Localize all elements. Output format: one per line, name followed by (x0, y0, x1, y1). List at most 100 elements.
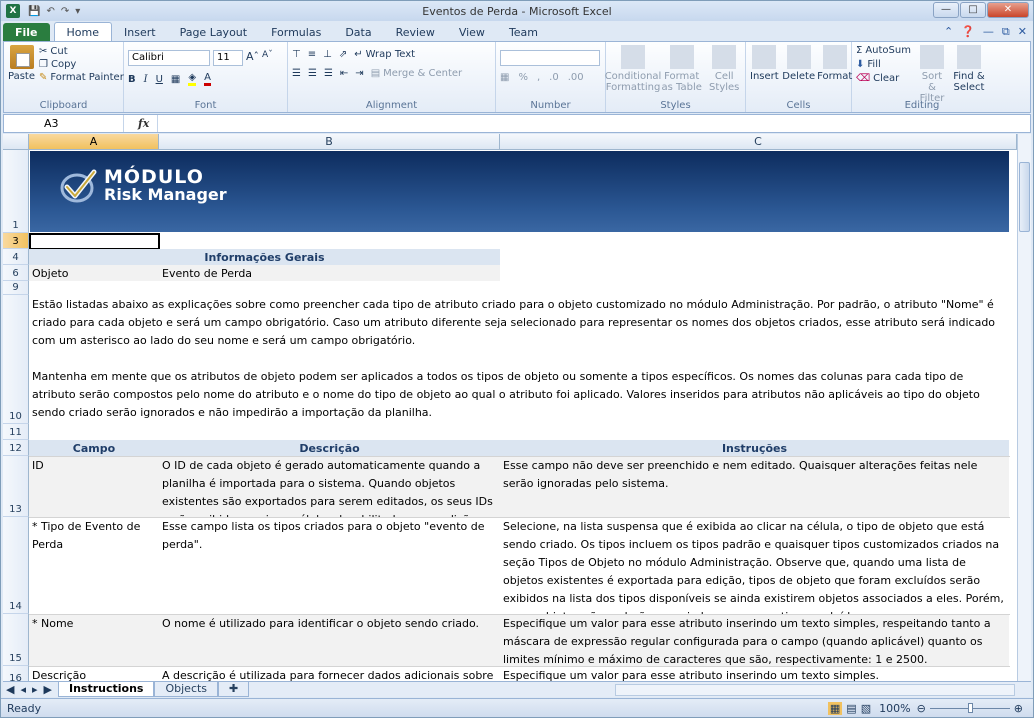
help-icon[interactable]: ❓ (961, 25, 975, 39)
tab-page-layout[interactable]: Page Layout (168, 23, 260, 42)
row-header-11[interactable]: 11 (3, 424, 29, 440)
column-header-b[interactable]: B (159, 134, 500, 150)
spreadsheet-grid[interactable]: A B C 1 3 4 6 9 10 11 12 13 14 15 16 MÓD… (3, 134, 1017, 681)
workbook-close-icon[interactable]: ✕ (1018, 25, 1027, 39)
last-sheet-icon[interactable]: ▶ (44, 683, 52, 696)
font-size-combo[interactable]: 11 (213, 50, 243, 66)
page-break-view-icon[interactable]: ▧ (861, 702, 871, 715)
tab-home[interactable]: Home (53, 22, 112, 42)
tab-data[interactable]: Data (333, 23, 383, 42)
row-header-14[interactable]: 14 (3, 517, 29, 614)
tab-file[interactable]: File (3, 23, 50, 42)
align-bottom-icon[interactable]: ⊥ (323, 49, 332, 60)
comma-button[interactable]: , (537, 72, 540, 83)
select-all-corner[interactable] (3, 134, 29, 150)
horizontal-scrollbar[interactable] (615, 684, 1015, 696)
insert-cells-button[interactable]: Insert (750, 45, 779, 82)
active-cell-a3[interactable] (29, 233, 160, 250)
decrease-decimal-icon[interactable]: .00 (568, 72, 584, 83)
cut-button[interactable]: ✂ Cut (39, 46, 124, 57)
orientation-icon[interactable]: ⇗ (339, 49, 347, 60)
font-color-icon[interactable]: A (204, 72, 211, 86)
customize-qat-icon[interactable]: ▾ (75, 6, 80, 17)
tab-formulas[interactable]: Formulas (259, 23, 333, 42)
zoom-slider[interactable] (929, 702, 1010, 713)
copy-button[interactable]: ❐ Copy (39, 59, 124, 70)
row-header-3[interactable]: 3 (3, 233, 29, 249)
vertical-scroll-thumb[interactable] (1019, 162, 1030, 232)
save-icon[interactable]: 💾 (28, 6, 40, 17)
redo-icon[interactable]: ↷ (61, 6, 69, 17)
paste-button[interactable]: Paste (8, 45, 35, 83)
clear-button[interactable]: ⌫ Clear (856, 73, 911, 84)
formula-input[interactable] (157, 115, 1030, 132)
row-header-16[interactable]: 16 (3, 666, 29, 681)
sheet-tab-objects[interactable]: Objects (154, 682, 219, 697)
row-header-12[interactable]: 12 (3, 440, 29, 456)
tab-review[interactable]: Review (384, 23, 447, 42)
conditional-formatting-button[interactable]: Conditional Formatting (605, 45, 661, 93)
row-header-9[interactable]: 9 (3, 281, 29, 295)
autosum-button[interactable]: Σ AutoSum (856, 45, 911, 56)
prev-sheet-icon[interactable]: ◂ (20, 683, 26, 696)
tab-team[interactable]: Team (497, 23, 550, 42)
italic-button[interactable]: I (144, 74, 148, 85)
format-as-table-button[interactable]: Format as Table (660, 45, 703, 93)
underline-button[interactable]: U (156, 74, 163, 85)
grow-font-icon[interactable]: Aˆ (246, 50, 259, 66)
percent-button[interactable]: % (518, 72, 528, 83)
minimize-ribbon-icon[interactable]: ⌃ (944, 25, 953, 39)
zoom-in-icon[interactable]: ⊕ (1014, 702, 1023, 715)
tab-insert[interactable]: Insert (112, 23, 168, 42)
column-header-a[interactable]: A (29, 134, 159, 150)
align-left-icon[interactable]: ☰ (292, 68, 301, 79)
bold-button[interactable]: B (128, 74, 136, 85)
cell-styles-button[interactable]: Cell Styles (707, 45, 741, 93)
number-format-combo[interactable] (500, 50, 600, 66)
zoom-out-icon[interactable]: ⊖ (917, 702, 926, 715)
zoom-level[interactable]: 100% (879, 702, 910, 715)
insert-function-icon[interactable]: fx (138, 117, 149, 130)
increase-indent-icon[interactable]: ⇥ (355, 68, 363, 79)
format-painter-button[interactable]: ✎ Format Painter (39, 72, 124, 83)
next-sheet-icon[interactable]: ▸ (32, 683, 38, 696)
sort-filter-button[interactable]: Sort & Filter (917, 45, 947, 104)
increase-decimal-icon[interactable]: .0 (549, 72, 559, 83)
row-header-6[interactable]: 6 (3, 265, 29, 281)
delete-cells-button[interactable]: Delete (782, 45, 815, 82)
row-header-10[interactable]: 10 (3, 295, 29, 424)
align-center-icon[interactable]: ☰ (308, 68, 317, 79)
fill-button[interactable]: ⬇ Fill (856, 59, 911, 70)
tab-view[interactable]: View (447, 23, 497, 42)
row-header-4[interactable]: 4 (3, 249, 29, 265)
find-select-button[interactable]: Find & Select (953, 45, 985, 104)
decrease-indent-icon[interactable]: ⇤ (340, 68, 348, 79)
merge-center-button[interactable]: ▤ Merge & Center (371, 68, 462, 79)
align-right-icon[interactable]: ☰ (324, 68, 333, 79)
maximize-button[interactable]: □ (960, 2, 986, 18)
align-middle-icon[interactable]: ≡ (308, 49, 316, 60)
borders-icon[interactable]: ▦ (171, 74, 180, 85)
currency-icon[interactable]: ▦ (500, 72, 509, 83)
align-top-icon[interactable]: ⊤ (292, 49, 301, 60)
row-header-15[interactable]: 15 (3, 614, 29, 666)
first-sheet-icon[interactable]: ◀ (6, 683, 14, 696)
shrink-font-icon[interactable]: Aˇ (262, 50, 273, 66)
sheet-tab-instructions[interactable]: Instructions (58, 682, 155, 697)
font-name-combo[interactable]: Calibri (128, 50, 210, 66)
wrap-text-button[interactable]: ↵ Wrap Text (354, 49, 415, 60)
vertical-scrollbar[interactable] (1017, 134, 1031, 681)
workbook-minimize-icon[interactable]: — (983, 25, 994, 39)
column-header-c[interactable]: C (500, 134, 1017, 150)
page-layout-view-icon[interactable]: ▤ (846, 702, 856, 715)
fill-color-icon[interactable]: ◈ (188, 72, 197, 86)
insert-sheet-icon[interactable]: ✚ (218, 682, 250, 697)
workbook-restore-icon[interactable]: ⧉ (1002, 25, 1010, 39)
undo-icon[interactable]: ↶ (46, 6, 54, 17)
row-header-13[interactable]: 13 (3, 456, 29, 517)
minimize-button[interactable]: — (933, 2, 959, 18)
row-header-1[interactable]: 1 (3, 150, 29, 233)
normal-view-icon[interactable]: ▦ (827, 701, 843, 715)
excel-app-icon[interactable]: X (6, 4, 20, 18)
format-cells-button[interactable]: Format (817, 45, 852, 82)
